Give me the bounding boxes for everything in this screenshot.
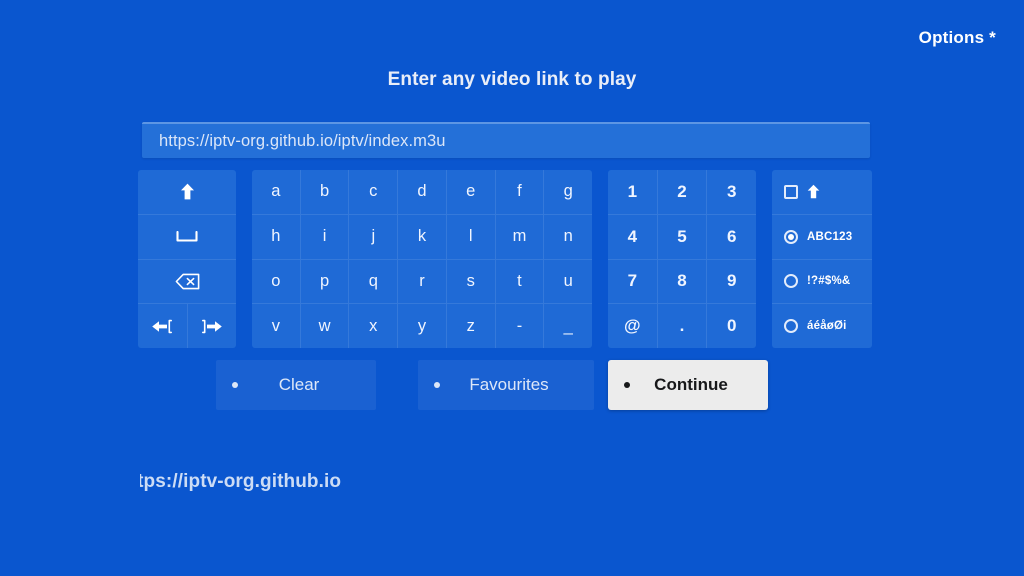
keyboard-row: [138, 303, 236, 348]
letter-key[interactable]: n: [543, 214, 592, 259]
at-sign-key[interactable]: @: [608, 304, 657, 348]
keyboard-row: o p q r s t u: [252, 258, 592, 304]
period-key[interactable]: .: [656, 304, 707, 348]
keyboard-row: h i j k l m n: [252, 213, 592, 259]
favourites-button[interactable]: Favourites: [418, 360, 594, 410]
footer-url-clip: https://iptv-org.github.io: [140, 466, 362, 498]
letter-key[interactable]: d: [397, 170, 446, 214]
keyboard-mode-symbols[interactable]: !?#$%&: [772, 258, 872, 304]
favourites-button-label: Favourites: [469, 375, 549, 394]
continue-button-label: Continue: [654, 375, 728, 394]
keyboard-mode-panel: ABC123 !?#$%& áéåøØi: [772, 170, 872, 348]
cursor-right-key[interactable]: [186, 304, 237, 348]
letter-key[interactable]: z: [445, 304, 495, 348]
letter-key[interactable]: g: [543, 170, 592, 214]
letter-key[interactable]: v: [252, 304, 300, 348]
digit-key[interactable]: 5: [656, 214, 707, 259]
backspace-key[interactable]: [138, 260, 236, 304]
letter-key[interactable]: l: [445, 214, 495, 259]
letter-key[interactable]: k: [397, 214, 446, 259]
digit-key[interactable]: 3: [706, 170, 756, 214]
letter-key[interactable]: r: [397, 259, 446, 304]
keyboard-mode-label: áéåøØi: [807, 320, 847, 333]
tv-keyboard-screen: Options * Enter any video link to play h…: [0, 0, 1024, 576]
bracket-arrow-right-icon: [200, 319, 223, 334]
keyboard-letters-panel: a b c d e f g h i j k l m n o p q r s t …: [252, 170, 592, 348]
continue-button[interactable]: Continue: [608, 360, 768, 410]
letter-key[interactable]: s: [445, 259, 495, 304]
letter-key[interactable]: y: [397, 304, 446, 348]
letter-key[interactable]: u: [543, 259, 592, 304]
arrow-up-icon: [180, 183, 195, 200]
keyboard-function-panel: [138, 170, 236, 348]
space-key[interactable]: [138, 215, 236, 259]
cursor-left-key[interactable]: [138, 304, 187, 348]
keyboard-row: 7 8 9: [608, 258, 756, 304]
digit-key[interactable]: 0: [706, 304, 756, 348]
letter-key[interactable]: p: [299, 259, 349, 304]
page-title: Enter any video link to play: [387, 69, 637, 90]
letter-key[interactable]: j: [348, 214, 397, 259]
digit-key[interactable]: 4: [608, 215, 657, 259]
radio-unselected-icon[interactable]: [784, 274, 798, 289]
keyboard-mode-label: !?#$%&: [807, 275, 851, 288]
letter-key[interactable]: i: [299, 214, 349, 259]
shift-arrow-up-icon: [807, 184, 820, 199]
letter-key[interactable]: h: [252, 215, 300, 259]
keyboard-mode-abc123[interactable]: ABC123: [772, 213, 872, 259]
radio-selected-icon[interactable]: [784, 229, 798, 244]
letter-key[interactable]: e: [445, 170, 495, 214]
letter-key[interactable]: c: [348, 170, 397, 214]
backspace-icon: [175, 273, 200, 290]
keyboard-row: v w x y z - _: [252, 303, 592, 348]
underscore-key[interactable]: _: [543, 304, 592, 348]
letter-key[interactable]: b: [299, 170, 349, 214]
letter-key[interactable]: a: [252, 170, 300, 214]
on-screen-keyboard: a b c d e f g h i j k l m n o p q r s t …: [138, 170, 872, 348]
keyboard-row: @ . 0: [608, 303, 756, 348]
keyboard-row: 4 5 6: [608, 213, 756, 259]
options-link[interactable]: Options *: [919, 28, 996, 48]
clear-button-label: Clear: [278, 375, 320, 394]
letter-key[interactable]: q: [348, 259, 397, 304]
letter-key[interactable]: w: [299, 304, 349, 348]
keyboard-row: 1 2 3: [608, 170, 756, 214]
letter-key[interactable]: o: [252, 260, 300, 304]
keyboard-digits-panel: 1 2 3 4 5 6 7 8 9 @ . 0: [608, 170, 756, 348]
digit-key[interactable]: 6: [706, 214, 756, 259]
letter-key[interactable]: m: [494, 214, 544, 259]
keyboard-row: a b c d e f g: [252, 170, 592, 214]
keyboard-mode-label: ABC123: [807, 230, 853, 243]
arrow-left-bracket-icon: [151, 319, 174, 334]
hyphen-key[interactable]: -: [494, 304, 544, 348]
digit-key[interactable]: 9: [706, 259, 756, 304]
digit-key[interactable]: 8: [656, 259, 707, 304]
digit-key[interactable]: 7: [608, 260, 657, 304]
space-bar-icon: [176, 230, 198, 243]
clear-button[interactable]: Clear: [216, 360, 376, 410]
action-button-bar: Clear Favourites Continue: [216, 360, 776, 410]
checkbox-icon[interactable]: [784, 184, 798, 199]
keyboard-row: [138, 258, 236, 304]
digit-key[interactable]: 2: [656, 170, 707, 214]
footer-url-text: https://iptv-org.github.io: [140, 471, 342, 492]
keyboard-mode-caps[interactable]: [772, 170, 872, 214]
keyboard-mode-accents[interactable]: áéåøØi: [772, 303, 872, 348]
letter-key[interactable]: x: [348, 304, 397, 348]
keyboard-row: [138, 170, 236, 214]
letter-key[interactable]: t: [494, 259, 544, 304]
letter-key[interactable]: f: [494, 170, 544, 214]
radio-unselected-icon[interactable]: [784, 319, 798, 334]
shift-key[interactable]: [138, 170, 236, 214]
keyboard-row: [138, 213, 236, 259]
url-input-value: https://iptv-org.github.io/iptv/index.m3…: [159, 131, 446, 150]
digit-key[interactable]: 1: [608, 170, 657, 214]
url-input[interactable]: https://iptv-org.github.io/iptv/index.m3…: [142, 122, 870, 158]
